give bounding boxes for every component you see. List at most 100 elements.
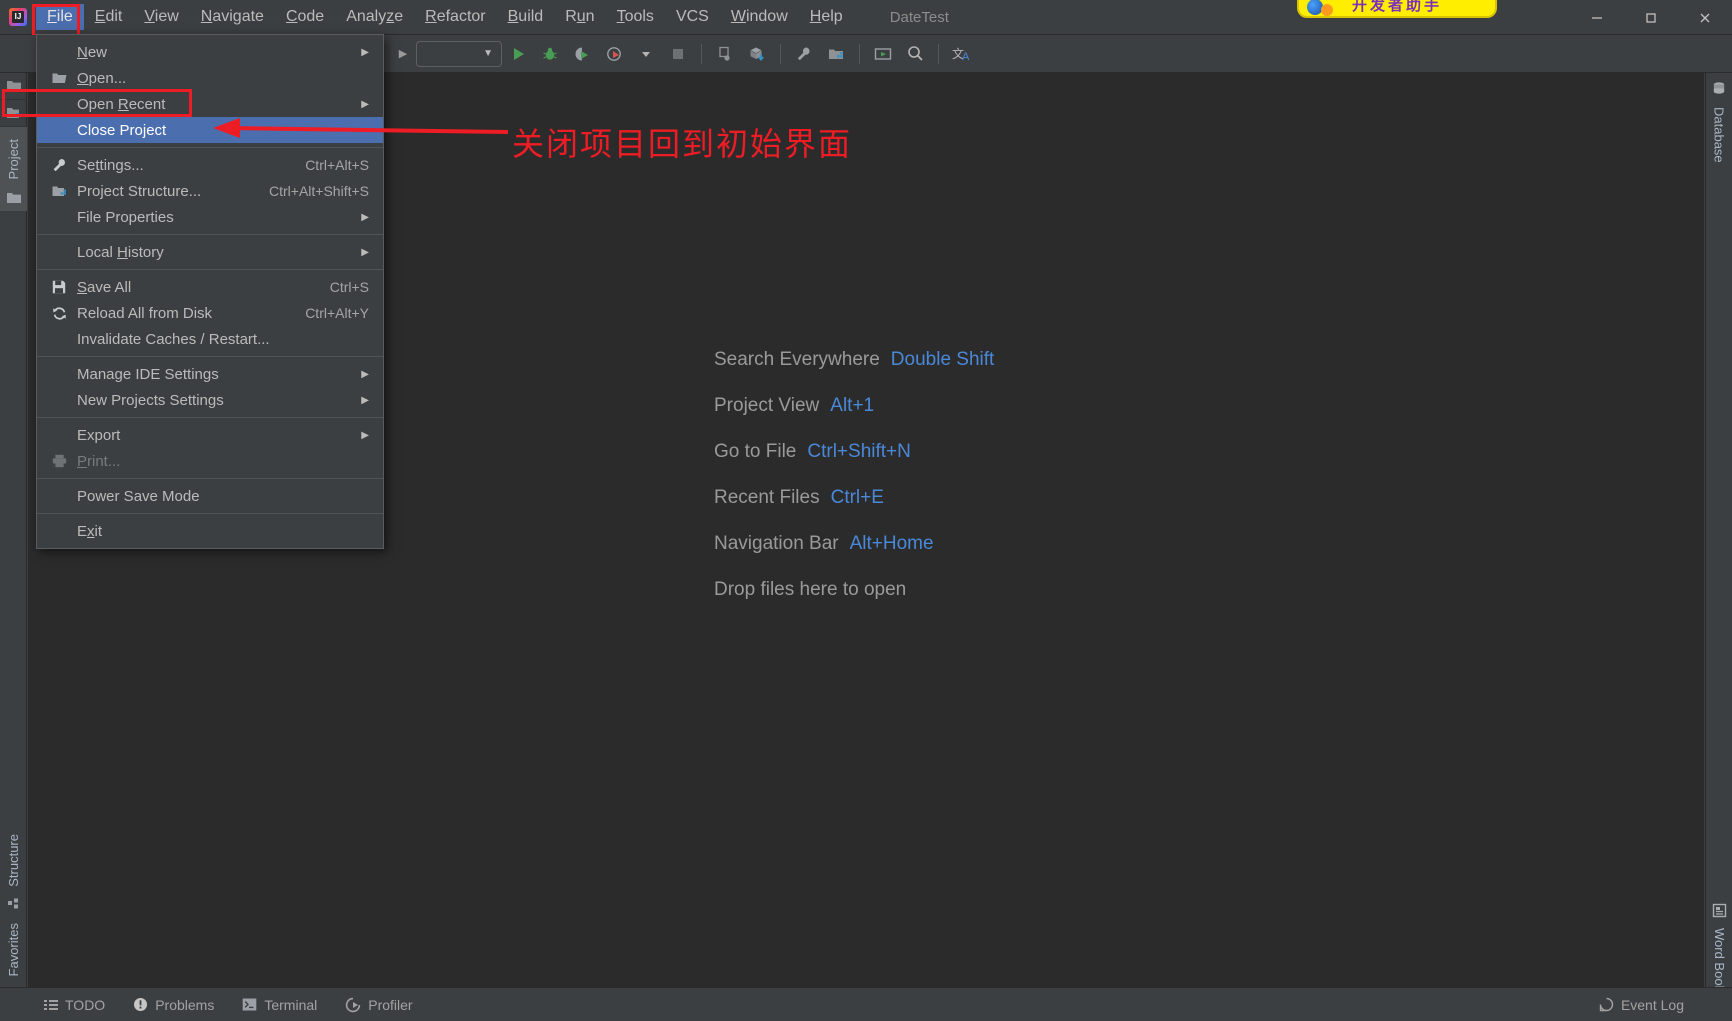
file-menu-item-new-projects-settings[interactable]: New Projects Settings ▶ (37, 387, 383, 413)
profile-icon[interactable] (598, 40, 630, 68)
welcome-shortcut-label: Go to File (714, 441, 797, 462)
menu-run[interactable]: Run (554, 4, 605, 30)
welcome-shortcut-label: Project View (714, 395, 820, 416)
run-icon[interactable] (502, 40, 534, 68)
status-item-terminal[interactable]: Terminal (228, 988, 331, 1021)
menu-code[interactable]: Code (275, 4, 335, 30)
status-item-todo[interactable]: TODO (30, 988, 119, 1021)
file-menu-item-label: Save All (77, 278, 132, 296)
file-menu-item-label: Export (77, 426, 121, 444)
file-menu-item-invalidate-caches-restart[interactable]: Invalidate Caches / Restart... (37, 326, 383, 352)
file-menu-item-export[interactable]: Export ▶ (37, 422, 383, 448)
file-menu-item-close-project[interactable]: Close Project (37, 117, 383, 143)
minimize-button[interactable] (1570, 0, 1624, 35)
menu-view[interactable]: View (133, 4, 189, 30)
debug-icon[interactable] (534, 40, 566, 68)
folder-open-icon[interactable] (0, 73, 27, 100)
welcome-shortcut-row: Search Everywhere Double Shift (714, 349, 994, 371)
menu-window[interactable]: Window (720, 4, 799, 30)
file-menu-item-project-structure[interactable]: Project Structure... Ctrl+Alt+Shift+S (37, 178, 383, 204)
file-menu-item-save-all[interactable]: Save All Ctrl+S (37, 274, 383, 300)
welcome-shortcut-row: Drop files here to open (714, 579, 994, 601)
problems-icon (134, 998, 148, 1011)
menu-separator (37, 513, 383, 514)
sidebar-tab-word-book[interactable]: Word Book (1706, 895, 1732, 998)
welcome-shortcut-key: Double Shift (890, 349, 995, 370)
file-menu-item-new[interactable]: New ▶ (37, 39, 383, 65)
file-menu-item-settings[interactable]: Settings... Ctrl+Alt+S (37, 152, 383, 178)
project-structure-icon[interactable] (820, 40, 852, 68)
presentation-icon[interactable] (867, 40, 899, 68)
sidebar-tab-structure-label: Structure (6, 833, 21, 887)
run-configuration-combo[interactable]: ▼ (416, 40, 502, 67)
menu-build[interactable]: Build (497, 4, 555, 30)
dropdown-caret-icon[interactable] (630, 40, 662, 68)
file-menu-item-label: New (77, 43, 108, 61)
menu-edit[interactable]: Edit (84, 4, 134, 30)
toolbar-expand-arrow-icon[interactable]: ▶ (392, 47, 414, 60)
settings-wrench-icon[interactable] (788, 40, 820, 68)
welcome-shortcut-label: Search Everywhere (714, 349, 880, 370)
menu-separator (37, 478, 383, 479)
sidebar-tab-project[interactable]: Project (0, 127, 27, 212)
left-tool-window-strip: Project Structure Favorites (0, 73, 27, 1008)
stop-icon (662, 40, 694, 68)
menu-vcs[interactable]: VCS (665, 4, 720, 30)
sidebar-tab-database-label: Database (1711, 107, 1727, 163)
welcome-shortcut-key: Ctrl+Shift+N (807, 441, 911, 462)
todo-list-icon (44, 999, 58, 1010)
sidebar-tab-database[interactable]: Database (1706, 73, 1732, 169)
file-menu-item-reload-all-from-disk[interactable]: Reload All from Disk Ctrl+Alt+Y (37, 300, 383, 326)
menu-file[interactable]: File (36, 4, 84, 30)
menu-tools[interactable]: Tools (606, 4, 665, 30)
file-menu-item-label: Local History (77, 243, 164, 261)
status-item-profiler[interactable]: Profiler (331, 988, 426, 1021)
menu-separator (37, 417, 383, 418)
file-menu-item-local-history[interactable]: Local History ▶ (37, 239, 383, 265)
file-menu-item-label: Open... (77, 69, 127, 87)
menu-help[interactable]: Help (799, 4, 854, 30)
file-menu-item-label: Settings... (77, 156, 144, 174)
status-item-problems[interactable]: Problems (119, 988, 228, 1021)
menu-refactor[interactable]: Refactor (414, 4, 496, 30)
toolbar-separator (780, 43, 781, 64)
close-button[interactable] (1678, 0, 1732, 35)
sidebar-tab-word-book-label: Word Book (1712, 927, 1727, 992)
watermark-banner: 开发者助手 (1297, 0, 1497, 18)
search-icon[interactable] (899, 40, 931, 68)
menu-separator (37, 356, 383, 357)
file-menu-item-open-recent[interactable]: Open Recent ▶ (37, 91, 383, 117)
toolbar-separator (938, 43, 939, 64)
menu-analyze[interactable]: Analyze (335, 4, 414, 30)
project-structure-icon[interactable] (0, 100, 27, 127)
welcome-shortcut-key: Alt+1 (830, 395, 875, 416)
status-item-profiler-label: Profiler (368, 996, 413, 1013)
right-tool-window-strip: Database Word Book (1705, 73, 1732, 1008)
svg-text:A: A (962, 51, 970, 62)
welcome-shortcut-row: Go to File Ctrl+Shift+N (714, 441, 994, 463)
file-menu-item-manage-ide-settings[interactable]: Manage IDE Settings ▶ (37, 361, 383, 387)
run-with-coverage-icon[interactable] (566, 40, 598, 68)
file-menu-item-exit[interactable]: Exit (37, 518, 383, 544)
file-menu-item-label: File Properties (77, 208, 174, 226)
annotation-text: 关闭项目回到初始界面 (512, 125, 853, 163)
toolbar-separator (859, 43, 860, 64)
status-item-todo-label: TODO (65, 996, 106, 1013)
update-project-icon[interactable] (741, 40, 773, 68)
file-menu-item-file-properties[interactable]: File Properties ▶ (37, 204, 383, 230)
status-bar: TODO Problems Terminal Profiler Event Lo… (0, 987, 1732, 1021)
attach-debugger-icon[interactable] (709, 40, 741, 68)
file-menu-item-label: Power Save Mode (77, 487, 200, 505)
structure-icon (7, 897, 21, 911)
file-menu-item-power-save-mode[interactable]: Power Save Mode (37, 483, 383, 509)
translate-icon[interactable]: 文A (946, 40, 978, 68)
save-icon (47, 280, 71, 294)
watermark-banner-text: 开发者助手 (1351, 0, 1442, 14)
sidebar-tab-structure[interactable]: Structure (6, 828, 21, 917)
file-menu-item-open[interactable]: Open... (37, 65, 383, 91)
status-item-event-log[interactable]: Event Log (1585, 988, 1698, 1021)
menu-navigate[interactable]: Navigate (190, 4, 275, 30)
welcome-shortcut-label: Navigation Bar (714, 533, 839, 554)
folder-open-icon (47, 72, 71, 85)
maximize-button[interactable] (1624, 0, 1678, 35)
